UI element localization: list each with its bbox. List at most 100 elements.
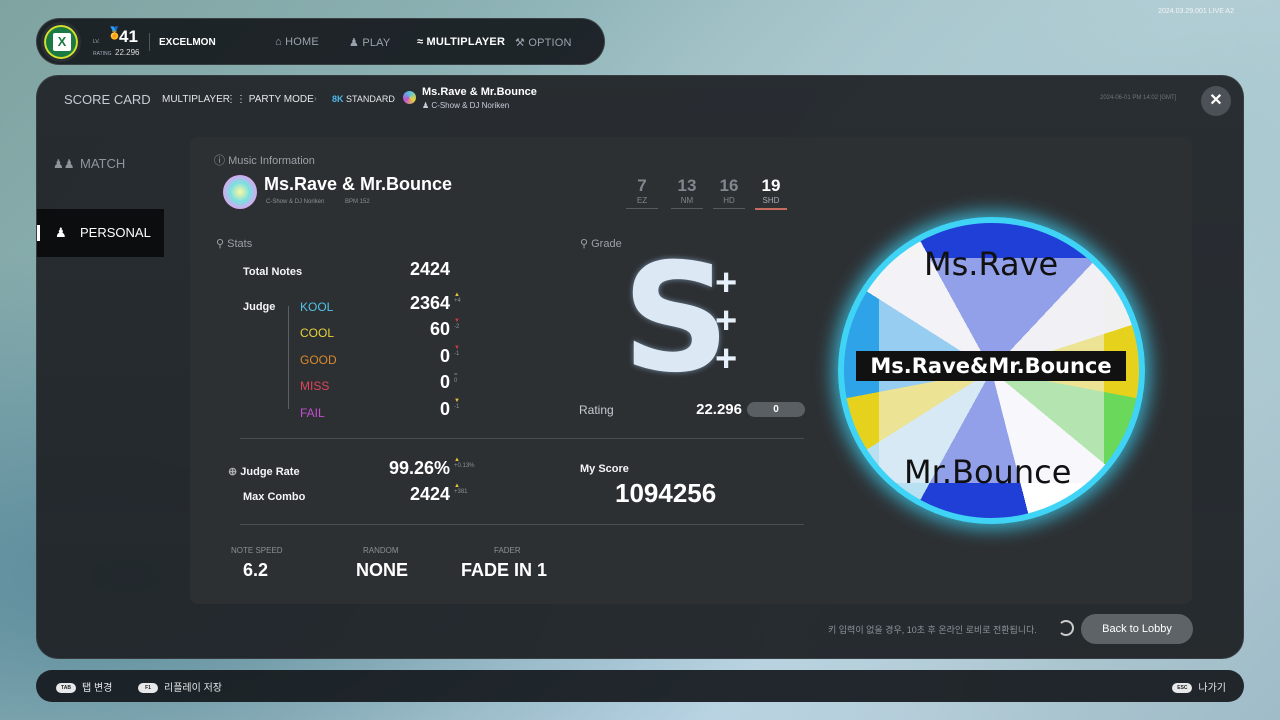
song-emblem-icon (223, 175, 257, 209)
song-title: Ms.Rave & Mr.Bounce (264, 174, 453, 194)
rating-label: RATING (93, 51, 112, 57)
judge-kool-delta: ▲ +4 (454, 292, 461, 304)
rating-label: Rating (579, 403, 614, 417)
grade-plus: +++ (715, 262, 738, 380)
judge-rate-value: 99.26% (388, 458, 450, 478)
fader-value: FADE IN 1 (461, 560, 548, 580)
header-song-artist: ♟ C-Show & DJ Noriken (422, 101, 510, 110)
judge-kool-label: KOOL (300, 300, 334, 314)
nav-home[interactable]: ⌂ HOME (275, 36, 319, 48)
judge-fail-value: 0 (439, 399, 450, 419)
total-notes-label: Total Notes (243, 266, 303, 278)
nav-play[interactable]: ♟ PLAY (349, 36, 390, 49)
divider (149, 33, 150, 51)
breadcrumb-arrow-icon: › (314, 94, 317, 103)
footer-exit-hint[interactable]: ESC 나가기 (1172, 679, 1226, 694)
auto-return-notice: 키 입력이 없을 경우, 10초 후 온라인 로비로 전환됩니다. (828, 625, 1037, 635)
player-level: 41 (119, 27, 138, 46)
music-info-heading: ⓘ Music Information (214, 155, 315, 167)
top-profile-bar: X 🏅 LV. 41 RATING 22.296 EXCELMON ⌂ HOME… (36, 18, 605, 65)
song-artist: C-Show & DJ Noriken (266, 199, 325, 205)
header-timestamp: 2024-06-01 PM 14:02 [GMT] (1100, 95, 1177, 101)
total-notes-value: 2424 (409, 259, 450, 279)
header-song-title: Ms.Rave & Mr.Bounce (422, 86, 537, 98)
judge-cool-label: COOL (300, 326, 335, 340)
level-prefix: LV. (93, 39, 100, 45)
fader-label: FADER (494, 546, 521, 555)
my-score-label: My Score (580, 463, 629, 475)
note-speed-value: 6.2 (243, 560, 269, 580)
difficulty-ez: 7 EZ (626, 176, 658, 209)
song-bpm: BPM 152 (345, 199, 370, 205)
mode-label: MULTIPLAYER (162, 94, 230, 105)
bulb-icon: ⚲ (216, 238, 228, 250)
user-icon: ♟ (55, 225, 67, 240)
player-name: EXCELMON (159, 37, 216, 48)
grade-letter: S (622, 232, 731, 406)
bulb-icon: ⚲ (580, 238, 592, 250)
active-indicator (37, 225, 40, 241)
judge-cool-delta: ▼ -2 (454, 318, 460, 330)
nav-multiplayer[interactable]: ≈ MULTIPLAYER (417, 36, 505, 48)
stats-heading: ⚲ Stats (216, 238, 253, 250)
song-thumb-icon (403, 91, 416, 104)
jacket-text-bottom: Mr.Bounce (904, 453, 1072, 491)
wrench-icon: ⚒ (515, 37, 529, 49)
party-mode-label: ⋮⋮ PARTY MODE (226, 94, 314, 105)
loading-spinner-icon (1058, 620, 1074, 636)
difficulty-nm: 13 NM (671, 176, 703, 209)
build-version: 2024.03.29.001 LIVE A2 (1158, 8, 1234, 15)
jacket-logo: Ms.Rave&Mr.Bounce (856, 351, 1126, 381)
target-icon: ⊕ (228, 466, 241, 478)
footer-tab-hint[interactable]: TAB 탭 변경 (56, 679, 112, 694)
judge-rate-delta: ▲ +0.13% (454, 457, 475, 469)
difficulty-hd: 16 HD (713, 176, 745, 209)
my-score-value: 1094256 (615, 478, 717, 508)
difficulty-shd: 19 SHD (755, 176, 787, 210)
divider (240, 438, 804, 439)
close-button[interactable]: ✕ (1201, 86, 1231, 116)
footer-replay-hint[interactable]: F1 리플레이 저장 (138, 679, 222, 694)
f1-key-icon: F1 (138, 683, 158, 694)
judge-good-delta: ▼ -1 (454, 345, 460, 357)
person-icon: ♟ (349, 37, 363, 49)
key-mode-badge: 8K STANDARD (332, 94, 395, 104)
random-label: RANDOM (363, 546, 399, 555)
player-rating: 22.296 (115, 48, 140, 57)
judge-miss-label: MISS (300, 379, 330, 393)
sidebar-item-match[interactable]: ♟♟ MATCH (37, 140, 164, 188)
judge-cool-value: 60 (429, 319, 450, 339)
info-icon: ⓘ (214, 155, 229, 167)
home-icon: ⌂ (275, 36, 286, 48)
jacket-text-top: Ms.Rave (924, 245, 1059, 283)
rating-value: 22.296 (696, 401, 742, 418)
nav-option[interactable]: ⚒ OPTION (515, 36, 572, 49)
excel-logo-icon: X (53, 33, 71, 51)
song-jacket: Ms.Rave Ms.Rave&Mr.Bounce Mr.Bounce (838, 217, 1145, 524)
group-icon: ♟♟ (53, 157, 75, 171)
signal-icon: ≈ (417, 36, 427, 48)
judge-kool-value: 2364 (409, 293, 450, 313)
page-title: SCORE CARD (64, 92, 151, 107)
back-to-lobby-button[interactable]: Back to Lobby (1081, 614, 1193, 644)
judge-good-label: GOOD (300, 353, 337, 367)
judge-fail-delta: ▼ -1 (454, 398, 460, 410)
profile-avatar[interactable]: X (41, 22, 81, 62)
rating-change-badge: 0 (747, 402, 805, 417)
tab-key-icon: TAB (56, 683, 76, 694)
close-icon: ✕ (1209, 92, 1223, 109)
max-combo-label: Max Combo (243, 491, 306, 503)
medal-icon: 🏅 (107, 26, 122, 40)
note-speed-label: NOTE SPEED (231, 546, 283, 555)
judge-bracket (288, 306, 289, 409)
artist-icon: ♟ (422, 101, 432, 110)
judge-rate-label: ⊕ Judge Rate (228, 466, 300, 478)
sidebar-item-personal[interactable]: ♟ PERSONAL (37, 209, 164, 257)
judge-fail-label: FAIL (300, 406, 325, 420)
esc-key-icon: ESC (1172, 683, 1193, 694)
footer-bar: TAB 탭 변경 F1 리플레이 저장 ESC 나가기 (36, 670, 1244, 702)
random-value: NONE (356, 560, 409, 580)
divider (240, 524, 804, 525)
judge-good-value: 0 (439, 346, 450, 366)
judge-miss-value: 0 (439, 372, 450, 392)
